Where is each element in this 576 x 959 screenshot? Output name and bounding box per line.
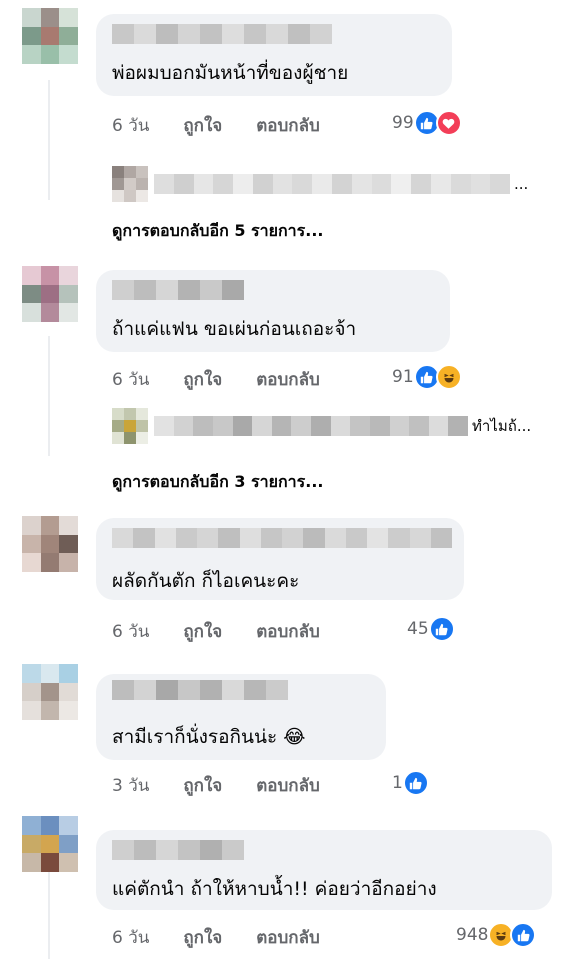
comment-actions: 3 วัน ถูกใจ ตอบกลับ [112, 772, 354, 799]
reply-button[interactable]: ตอบกลับ [256, 924, 320, 951]
blurred-author-name[interactable] [112, 528, 452, 548]
like-button[interactable]: ถูกใจ [183, 618, 222, 645]
comment-actions: 6 วัน ถูกใจ ตอบกลับ [112, 366, 354, 393]
thread-line [48, 80, 50, 200]
blurred-reply-text [154, 416, 468, 436]
reaction-count: 99 [392, 113, 414, 133]
reply-preview-tail: ... [514, 175, 529, 193]
blurred-author-name[interactable] [112, 24, 332, 44]
reply-preview[interactable]: ... [112, 166, 528, 202]
reaction-summary[interactable]: 1 [392, 770, 429, 796]
comment-bubble: ถ้าแค่แฟน ขอเผ่นก่อนเถอะจ้า [96, 270, 450, 352]
avatar[interactable] [22, 266, 78, 322]
avatar[interactable] [22, 816, 78, 872]
comment-actions: 6 วัน ถูกใจ ตอบกลับ [112, 618, 354, 645]
haha-icon [435, 364, 462, 390]
reply-button[interactable]: ตอบกลับ [256, 366, 320, 393]
reply-button[interactable]: ตอบกลับ [256, 618, 320, 645]
comment-time[interactable]: 3 วัน [112, 772, 149, 799]
reaction-summary[interactable]: 948 [456, 922, 537, 948]
view-more-replies-link[interactable]: ดูการตอบกลับอีก 3 รายการ... [112, 470, 323, 495]
comment-actions: 6 วัน ถูกใจ ตอบกลับ [112, 112, 354, 139]
blurred-author-name[interactable] [112, 280, 244, 300]
blurred-reply-text [154, 174, 510, 194]
comment-bubble: พ่อผมบอกมันหน้าที่ของผู้ชาย [96, 14, 452, 96]
view-more-replies-link[interactable]: ดูการตอบกลับอีก 5 รายการ... [112, 219, 323, 244]
reply-preview[interactable]: ทำไมถ้... [112, 408, 531, 444]
like-icon [402, 770, 429, 796]
reaction-summary[interactable]: 99 [392, 110, 462, 136]
reply-button[interactable]: ตอบกลับ [256, 112, 320, 139]
comment-text: สามีเราก็นั่งรอกินน่ะ 😂 [112, 726, 306, 748]
reply-button[interactable]: ตอบกลับ [256, 772, 320, 799]
avatar[interactable] [22, 8, 78, 64]
reaction-summary[interactable]: 45 [407, 616, 455, 642]
comment-actions: 6 วัน ถูกใจ ตอบกลับ [112, 924, 354, 951]
love-icon [435, 110, 462, 136]
avatar [112, 166, 148, 202]
like-button[interactable]: ถูกใจ [183, 772, 222, 799]
reaction-count: 91 [392, 367, 414, 387]
reaction-count: 948 [456, 925, 489, 945]
like-button[interactable]: ถูกใจ [183, 112, 222, 139]
thread-line [48, 336, 50, 456]
reaction-count: 45 [407, 619, 429, 639]
blurred-author-name[interactable] [112, 840, 244, 860]
like-button[interactable]: ถูกใจ [183, 366, 222, 393]
comment-text: พ่อผมบอกมันหน้าที่ของผู้ชาย [112, 62, 349, 84]
reply-preview-tail: ทำไมถ้... [472, 417, 532, 435]
avatar[interactable] [22, 516, 78, 572]
comment-text: ถ้าแค่แฟน ขอเผ่นก่อนเถอะจ้า [112, 318, 357, 340]
reaction-summary[interactable]: 91 [392, 364, 462, 390]
blurred-author-name[interactable] [112, 680, 288, 700]
reaction-count: 1 [392, 773, 403, 793]
comment-text: ผลัดกันตัก ก็ไอเคนะคะ [112, 570, 300, 592]
like-icon [428, 616, 455, 642]
comment-text: แค่ตักนำ ถ้าให้หาบน้ำ!! ค่อยว่าอีกอย่าง [112, 878, 437, 900]
comment-time[interactable]: 6 วัน [112, 618, 149, 645]
avatar [112, 408, 148, 444]
comment-bubble: แค่ตักนำ ถ้าให้หาบน้ำ!! ค่อยว่าอีกอย่าง [96, 830, 552, 910]
comment-time[interactable]: 6 วัน [112, 366, 149, 393]
comment-time[interactable]: 6 วัน [112, 924, 149, 951]
like-icon [510, 922, 537, 948]
comment-bubble: สามีเราก็นั่งรอกินน่ะ 😂 [96, 674, 386, 760]
comment-time[interactable]: 6 วัน [112, 112, 149, 139]
comment-bubble: ผลัดกันตัก ก็ไอเคนะคะ [96, 518, 464, 600]
like-button[interactable]: ถูกใจ [183, 924, 222, 951]
avatar[interactable] [22, 664, 78, 720]
